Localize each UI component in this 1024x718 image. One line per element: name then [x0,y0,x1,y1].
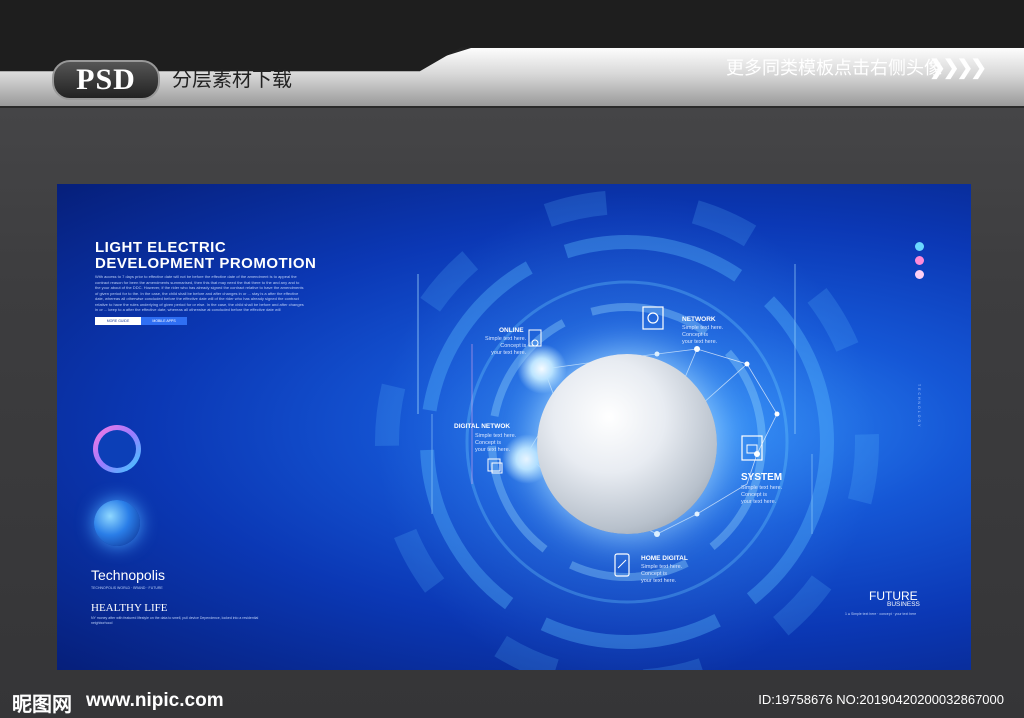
cards-icon [487,458,503,474]
online-label: ONLINE [499,327,524,334]
technopolis-title: Technopolis [91,567,165,583]
nipic-url[interactable]: www.nipic.com [86,690,224,712]
dot-icon[interactable] [915,270,924,279]
psd-badge[interactable]: PSD [52,60,160,100]
home-digital-label: HOME DIGITAL [641,555,688,562]
mobile-telescope-icon [614,553,630,577]
digital-globe [537,354,717,534]
gradient-ring-icon [93,425,141,473]
future-subtitle: BUSINESS [887,601,920,608]
vertical-label: TECHNOLOGY [917,384,921,429]
system-label: SYSTEM [741,472,783,483]
system-sub: Simple text here. Concept is your text her… [741,485,783,505]
healthy-life-title: HEALTHY LIFE [91,602,168,614]
nipic-logo[interactable]: 昵图网 [12,688,72,717]
title-line-2: DEVELOPMENT PROMOTION [95,255,317,272]
future-note: 1 ● Simple text here · concept · your te… [845,612,917,616]
earth-icon [94,500,140,546]
poster-artwork: LIGHT ELECTRIC DEVELOPMENT PROMOTION Wit… [57,184,971,670]
digital-network-sub: Simple text here. Concept is your text her… [475,433,517,453]
cloud-doc-icon [528,329,542,347]
poster-title: LIGHT ELECTRIC DEVELOPMENT PROMOTION [95,240,316,272]
technopolis-note: TECHNOPOLIS WORLD · BRAND · FUTURE [91,586,163,590]
home-digital-sub: Simple text here. Concept is your text her… [641,564,683,584]
gear-icon [642,306,664,330]
network-label: NETWORK [682,316,716,323]
more-templates-link[interactable]: 更多同类模板点击右侧头像 [726,54,942,80]
more-guide-button[interactable]: MORE GUIDE [95,317,141,325]
display-icon [741,435,763,461]
dot-icon[interactable] [915,256,924,265]
network-sub: Simple text here. Concept is your text her… [682,325,724,345]
poster-body-text: With access to 7 days prior to effective… [95,274,304,312]
download-layered-label[interactable]: 分层素材下载 [172,63,292,92]
dot-indicators [915,242,924,284]
dot-icon[interactable] [915,242,924,251]
digital-network-label: DIGITAL NETWOK [454,423,511,430]
healthy-life-body: NY money after with featured lifestyle o… [91,616,259,625]
mobile-apps-button[interactable]: MOBILE APPS [141,317,187,325]
title-line-1: LIGHT ELECTRIC [95,239,227,256]
online-sub: Simple text here. Concept is your text her… [485,336,527,356]
image-id-text: ID:19758676 NO:20190420200032867000 [758,692,1004,707]
arrows-right-icon[interactable]: ❯❯❯❯ [929,55,987,80]
